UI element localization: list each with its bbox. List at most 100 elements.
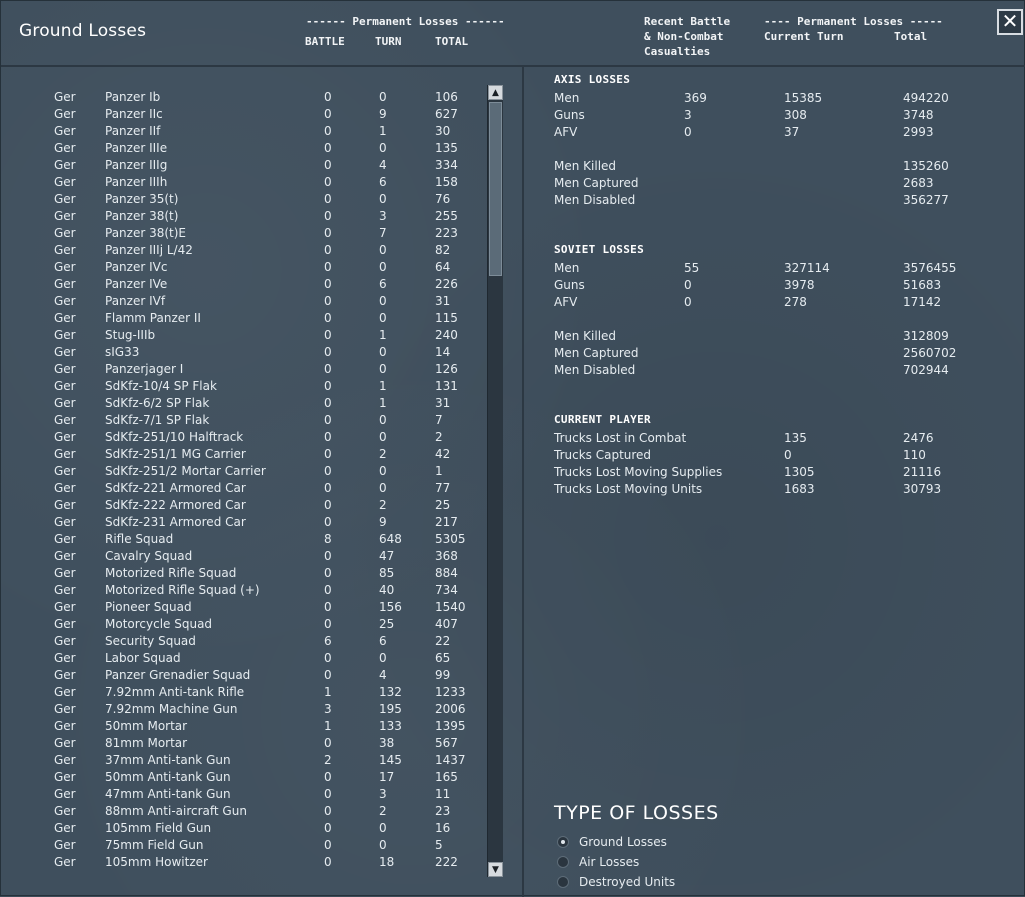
unit-nation: Ger [54,226,76,240]
unit-row[interactable]: Ger 7.92mm Machine Gun 3 195 2006 [1,701,485,718]
soviet-detail-row: Men Captured 2560702 [554,345,1014,362]
unit-name: SdKfz-10/4 SP Flak [105,379,217,393]
unit-row[interactable]: Ger 81mm Mortar 0 38 567 [1,735,485,752]
unit-row[interactable]: Ger Panzerjager I 0 0 126 [1,361,485,378]
unit-total-losses: 223 [435,226,458,240]
unit-row[interactable]: Ger Panzer IVc 0 0 64 [1,259,485,276]
unit-name: Motorized Rifle Squad [105,566,237,580]
unit-row[interactable]: Ger Motorized Rifle Squad (+) 0 40 734 [1,582,485,599]
unit-turn-losses: 0 [379,821,387,835]
unit-row[interactable]: Ger SdKfz-251/2 Mortar Carrier 0 0 1 [1,463,485,480]
unit-row[interactable]: Ger Panzer IIIj L/42 0 0 82 [1,242,485,259]
unit-turn-losses: 0 [379,90,387,104]
unit-row[interactable]: Ger Panzer IIIg 0 4 334 [1,157,485,174]
radio-button-icon[interactable] [557,856,569,868]
current-turn-value: 3978 [784,278,815,292]
unit-row[interactable]: Ger 105mm Howitzer 0 18 222 [1,854,485,871]
unit-row[interactable]: Ger Labor Squad 0 0 65 [1,650,485,667]
unit-row[interactable]: Ger 37mm Anti-tank Gun 2 145 1437 [1,752,485,769]
unit-row[interactable]: Ger Panzer IIIe 0 0 135 [1,140,485,157]
unit-total-losses: 158 [435,175,458,189]
unit-row[interactable]: Ger SdKfz-231 Armored Car 0 9 217 [1,514,485,531]
unit-nation: Ger [54,430,76,444]
unit-row[interactable]: Ger Panzer Grenadier Squad 0 4 99 [1,667,485,684]
unit-row[interactable]: Ger Motorized Rifle Squad 0 85 884 [1,565,485,582]
unit-battle-losses: 0 [324,583,332,597]
current-turn-value: 37 [784,125,800,139]
unit-row[interactable]: Ger SdKfz-221 Armored Car 0 0 77 [1,480,485,497]
unit-row[interactable]: Ger Panzer IIf 0 1 30 [1,123,485,140]
unit-row[interactable]: Ger 50mm Anti-tank Gun 0 17 165 [1,769,485,786]
scroll-down-button[interactable]: ▼ [488,862,503,877]
unit-turn-losses: 156 [379,600,402,614]
unit-row[interactable]: Ger SdKfz-7/1 SP Flak 0 0 7 [1,412,485,429]
radio-button-icon[interactable] [557,836,569,848]
unit-row[interactable]: Ger Panzer IIc 0 9 627 [1,106,485,123]
window-title: Ground Losses [19,21,147,41]
unit-row[interactable]: Ger Rifle Squad 8 648 5305 [1,531,485,548]
unit-row[interactable]: Ger SdKfz-6/2 SP Flak 0 1 31 [1,395,485,412]
unit-total-losses: 106 [435,90,458,104]
unit-total-losses: 5 [435,838,443,852]
list-scrollbar[interactable]: ▲ ▼ [487,85,503,877]
unit-name: Flamm Panzer II [105,311,201,325]
unit-total-losses: 222 [435,855,458,869]
unit-nation: Ger [54,685,76,699]
unit-row[interactable]: Ger 75mm Field Gun 0 0 5 [1,837,485,854]
unit-total-losses: 30 [435,124,451,138]
axis-detail-row: Men Killed 135260 [554,158,1014,175]
unit-row[interactable]: Ger 88mm Anti-aircraft Gun 0 2 23 [1,803,485,820]
unit-row[interactable]: Ger 7.92mm Anti-tank Rifle 1 132 1233 [1,684,485,701]
unit-turn-losses: 0 [379,294,387,308]
unit-row[interactable]: Ger Flamm Panzer II 0 0 115 [1,310,485,327]
axis-detail-row: Men Disabled 356277 [554,192,1014,209]
unit-nation: Ger [54,345,76,359]
unit-row[interactable]: Ger Panzer IVf 0 0 31 [1,293,485,310]
scroll-thumb[interactable] [489,102,502,276]
unit-row[interactable]: Ger Pioneer Squad 0 156 1540 [1,599,485,616]
unit-turn-losses: 3 [379,787,387,801]
unit-row[interactable]: Ger Panzer Ib 0 0 106 [1,89,485,106]
unit-row[interactable]: Ger Panzer 38(t) 0 3 255 [1,208,485,225]
unit-name: Panzer IVe [105,277,168,291]
unit-row[interactable]: Ger SdKfz-10/4 SP Flak 0 1 131 [1,378,485,395]
unit-row[interactable]: Ger SdKfz-222 Armored Car 0 2 25 [1,497,485,514]
soviet-detail-row: Men Disabled 702944 [554,362,1014,379]
unit-row[interactable]: Ger Cavalry Squad 0 47 368 [1,548,485,565]
unit-row[interactable]: Ger Panzer 38(t)E 0 7 223 [1,225,485,242]
unit-nation: Ger [54,498,76,512]
close-button[interactable]: ✕ [997,9,1023,35]
unit-battle-losses: 0 [324,430,332,444]
unit-row[interactable]: Ger Motorcycle Squad 0 25 407 [1,616,485,633]
unit-total-losses: 16 [435,821,451,835]
unit-row[interactable]: Ger 50mm Mortar 1 133 1395 [1,718,485,735]
unit-row[interactable]: Ger Panzer 35(t) 0 0 76 [1,191,485,208]
unit-row[interactable]: Ger sIG33 0 0 14 [1,344,485,361]
unit-row[interactable]: Ger Panzer IIIh 0 6 158 [1,174,485,191]
unit-total-losses: 135 [435,141,458,155]
unit-row[interactable]: Ger Panzer IVe 0 6 226 [1,276,485,293]
detail-total-value: 702944 [903,363,949,377]
unit-turn-losses: 47 [379,549,395,563]
detail-total-value: 2683 [903,176,934,190]
truck-total-value: 30793 [903,482,942,496]
unit-row[interactable]: Ger SdKfz-251/10 Halftrack 0 0 2 [1,429,485,446]
unit-battle-losses: 0 [324,838,332,852]
radio-button-icon[interactable] [557,876,569,888]
unit-row[interactable]: Ger Security Squad 6 6 22 [1,633,485,650]
unit-battle-losses: 0 [324,481,332,495]
unit-name: Panzer Ib [105,90,161,104]
unit-row[interactable]: Ger 47mm Anti-tank Gun 0 3 11 [1,786,485,803]
unit-row[interactable]: Ger Stug-IIIb 0 1 240 [1,327,485,344]
radio-label: Ground Losses [579,835,667,849]
unit-turn-losses: 1 [379,396,387,410]
scroll-up-button[interactable]: ▲ [488,85,503,100]
unit-battle-losses: 2 [324,753,332,767]
unit-nation: Ger [54,787,76,801]
current-turn-header: Current Turn [764,30,844,43]
recent-battle-value: 369 [684,91,707,105]
unit-loss-list[interactable]: Ger Panzer Ib 0 0 106 Ger Panzer IIc 0 9 627 Ger Pa… [1,89,485,879]
unit-row[interactable]: Ger SdKfz-251/1 MG Carrier 0 2 42 [1,446,485,463]
unit-row[interactable]: Ger 105mm Field Gun 0 0 16 [1,820,485,837]
unit-name: Panzer IIc [105,107,163,121]
